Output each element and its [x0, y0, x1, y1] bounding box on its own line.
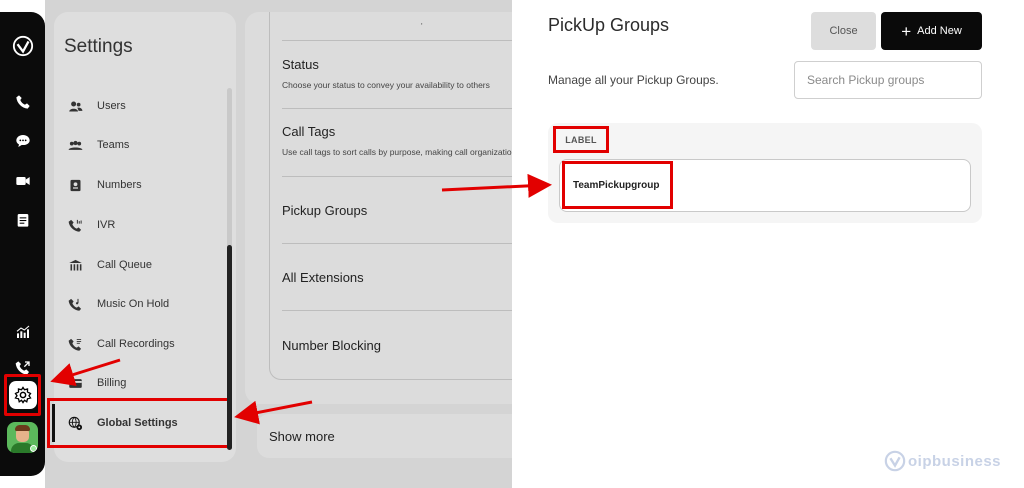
sidebar-item-music-on-hold[interactable]: Music On Hold — [64, 293, 224, 315]
notes-icon[interactable] — [0, 208, 45, 232]
plus-icon: + — [901, 21, 912, 41]
search-input[interactable] — [794, 61, 982, 99]
phone-icon[interactable] — [0, 90, 45, 114]
video-icon[interactable] — [0, 169, 45, 193]
sidebar-item-label: Music On Hold — [97, 298, 170, 310]
section-title: Call Tags — [282, 124, 336, 139]
music-on-hold-icon — [64, 296, 86, 312]
section-pickup-groups[interactable]: Pickup Groups — [282, 203, 512, 218]
section-title: Number Blocking — [282, 338, 381, 353]
user-avatar[interactable] — [7, 422, 38, 453]
divider — [282, 243, 512, 244]
chat-icon[interactable] — [0, 129, 45, 153]
section-title: All Extensions — [282, 270, 364, 285]
sidebar-scrollbar-thumb[interactable] — [227, 245, 232, 450]
divider — [282, 176, 512, 177]
section-description: Choose your status to convey your availa… — [282, 80, 490, 90]
section-description: Use call tags to sort calls by purpose, … — [282, 147, 512, 157]
global-settings-highlight — [47, 398, 230, 448]
drawer-title: PickUp Groups — [548, 15, 670, 35]
section-all-extensions[interactable]: All Extensions — [282, 270, 512, 285]
online-status-dot — [30, 445, 37, 452]
sidebar-item-label: Call Queue — [97, 259, 153, 271]
add-new-button[interactable]: + Add New — [881, 12, 982, 50]
section-title: Status — [282, 57, 319, 72]
numbers-icon — [64, 177, 86, 193]
close-button[interactable]: Close — [811, 12, 876, 50]
pickup-group-name[interactable]: TeamPickupgroup — [562, 161, 673, 209]
section-number-blocking[interactable]: Number Blocking — [282, 338, 512, 353]
sidebar-item-numbers[interactable]: Numbers — [64, 174, 224, 196]
sidebar-item-label: Numbers — [97, 179, 142, 191]
sidebar-item-ivr[interactable]: IVR — [64, 214, 224, 236]
divider — [282, 310, 512, 311]
scroll-remnant: ' — [421, 22, 423, 31]
sidebar-item-label: IVR — [97, 219, 116, 231]
analytics-icon[interactable] — [0, 320, 45, 344]
section-call-tags[interactable]: Call Tags Use call tags to sort calls by… — [282, 124, 512, 157]
sidebar-item-call-recordings[interactable]: Call Recordings — [64, 333, 224, 355]
sidebar-item-label: Billing — [97, 377, 127, 389]
add-new-label: Add New — [917, 25, 962, 37]
sidebar-item-billing[interactable]: Billing — [64, 372, 224, 394]
drawer-description: Manage all your Pickup Groups. — [548, 73, 719, 87]
sidebar-item-label: Call Recordings — [97, 338, 175, 350]
sidebar-item-label: Users — [97, 100, 126, 112]
section-status[interactable]: Status Choose your status to convey your… — [282, 57, 512, 90]
watermark-logo-icon — [884, 450, 906, 472]
call-recordings-icon — [64, 336, 86, 352]
call-queue-icon — [64, 257, 86, 273]
sidebar-item-label: Teams — [97, 139, 130, 151]
settings-title: Settings — [64, 36, 133, 57]
settings-sidebar — [54, 12, 236, 462]
sidebar-item-teams[interactable]: Teams — [64, 134, 224, 156]
section-title: Pickup Groups — [282, 203, 368, 218]
column-header-label: LABEL — [553, 126, 609, 153]
divider — [282, 108, 512, 109]
sidebar-item-users[interactable]: Users — [64, 95, 224, 117]
gear-icon — [8, 381, 37, 409]
show-more-button[interactable]: Show more — [257, 414, 517, 458]
settings-nav-button[interactable] — [4, 374, 41, 416]
users-icon — [64, 98, 86, 114]
app-logo-icon[interactable] — [0, 34, 45, 58]
ivr-icon — [64, 217, 86, 233]
teams-icon — [64, 137, 86, 153]
sidebar-item-call-queue[interactable]: Call Queue — [64, 254, 224, 276]
brand-watermark: oipbusiness — [884, 450, 1001, 472]
divider — [282, 40, 512, 41]
billing-icon — [64, 375, 86, 391]
